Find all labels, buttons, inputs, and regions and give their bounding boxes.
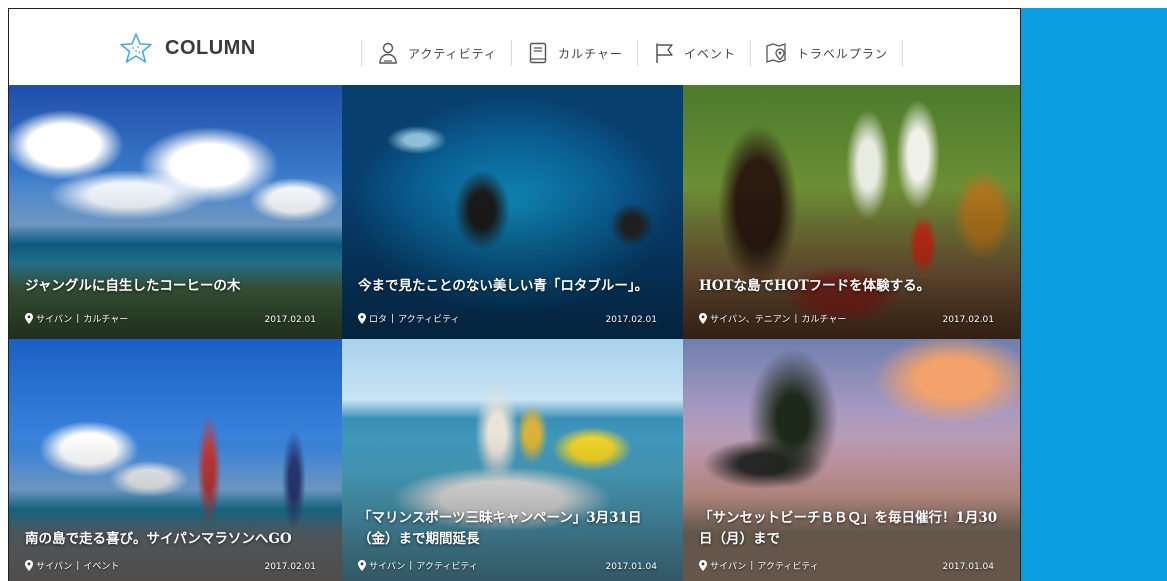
card-date: 2017.02.01 <box>264 562 316 572</box>
meta-divider: | <box>794 313 798 324</box>
card-location: サイパン、テニアン <box>710 315 791 325</box>
meta-divider: | <box>76 560 80 571</box>
card-category: アクティビティ <box>416 562 478 572</box>
card-category: アクティビティ <box>398 315 460 325</box>
meta-divider: | <box>76 313 80 324</box>
card-date: 2017.02.01 <box>264 315 316 325</box>
side-panel <box>1021 8 1167 581</box>
map-pin-icon <box>766 43 786 63</box>
nav-item-event[interactable]: イベント <box>638 39 750 67</box>
card-date: 2017.02.01 <box>942 315 994 325</box>
location-pin-icon <box>358 560 366 571</box>
location-pin-icon <box>25 313 33 324</box>
card-date: 2017.01.04 <box>942 562 994 572</box>
card-location: ロタ <box>369 315 388 325</box>
column-card[interactable]: ジャングルに自生したコーヒーの木 サイパン | カルチャー 2017.02.01 <box>9 85 342 339</box>
card-location: サイパン <box>369 562 406 572</box>
column-card[interactable]: HOTな島でHOTフードを体験する。 サイパン、テニアン | カルチャー 201… <box>683 85 1020 339</box>
nav-item-travel-plan[interactable]: トラベルプラン <box>751 39 902 67</box>
nav-label: トラベルプラン <box>796 46 888 61</box>
person-icon <box>379 42 397 64</box>
starfish-icon <box>120 33 152 63</box>
card-location: サイパン <box>710 562 747 572</box>
card-title: 「マリンスポーツ三昧キャンペーン」3月31日（金）まで期間延長 <box>358 510 642 547</box>
location-pin-icon <box>699 313 707 324</box>
card-category: イベント <box>83 562 120 572</box>
card-location: サイパン <box>36 562 73 572</box>
card-location: サイパン <box>36 315 73 325</box>
column-grid: ジャングルに自生したコーヒーの木 サイパン | カルチャー 2017.02.01… <box>9 85 1020 581</box>
meta-divider: | <box>409 560 413 571</box>
location-pin-icon <box>699 560 707 571</box>
column-card[interactable]: 「サンセットビーチＢＢＱ」を毎日催行！1月30日（月）まで サイパン | アクテ… <box>683 339 1020 581</box>
meta-divider: | <box>391 313 395 324</box>
brand[interactable]: COLUMN <box>117 31 256 65</box>
location-pin-icon <box>358 313 366 324</box>
brand-title: COLUMN <box>165 36 256 59</box>
main-nav: アクティビティ カルチャー イベント トラベルプラン <box>361 39 903 67</box>
flag-icon <box>656 43 673 63</box>
meta-divider: | <box>750 560 754 571</box>
card-title: 南の島で走る喜び。サイパンマラソンへGO <box>25 531 292 547</box>
card-category: カルチャー <box>83 315 129 325</box>
card-meta: サイパン | イベント <box>25 559 119 572</box>
column-card[interactable]: 今まで見たことのない美しい青「ロタブルー」。 ロタ | アクティビティ 2017… <box>342 85 683 339</box>
card-meta: サイパン、テニアン | カルチャー <box>699 312 846 325</box>
nav-label: イベント <box>683 46 736 61</box>
book-icon <box>529 42 547 64</box>
card-title: HOTな島でHOTフードを体験する。 <box>699 278 931 294</box>
nav-item-culture[interactable]: カルチャー <box>512 39 637 67</box>
card-meta: サイパン | アクティビティ <box>699 559 819 572</box>
site-header: COLUMN アクティビティ カルチャー イベント トラベルプラン <box>9 9 1020 85</box>
card-category: カルチャー <box>801 315 847 325</box>
column-card[interactable]: 「マリンスポーツ三昧キャンペーン」3月31日（金）まで期間延長 サイパン | ア… <box>342 339 683 581</box>
nav-label: カルチャー <box>557 46 623 61</box>
card-date: 2017.02.01 <box>605 315 657 325</box>
card-meta: サイパン | アクティビティ <box>358 559 478 572</box>
nav-divider <box>901 40 903 66</box>
nav-item-activity[interactable]: アクティビティ <box>362 39 511 67</box>
card-category: アクティビティ <box>757 562 819 572</box>
card-title: 今まで見たことのない美しい青「ロタブルー」。 <box>358 278 649 294</box>
card-title: ジャングルに自生したコーヒーの木 <box>25 278 241 294</box>
nav-label: アクティビティ <box>408 46 497 61</box>
card-meta: ロタ | アクティビティ <box>358 312 460 325</box>
location-pin-icon <box>25 560 33 571</box>
card-title: 「サンセットビーチＢＢＱ」を毎日催行！1月30日（月）まで <box>699 510 998 547</box>
card-meta: サイパン | カルチャー <box>25 312 128 325</box>
column-card[interactable]: 南の島で走る喜び。サイパンマラソンへGO サイパン | イベント 2017.02… <box>9 339 342 581</box>
card-date: 2017.01.04 <box>605 562 657 572</box>
page-frame: COLUMN アクティビティ カルチャー イベント トラベルプラン ジャングルに… <box>8 8 1021 581</box>
